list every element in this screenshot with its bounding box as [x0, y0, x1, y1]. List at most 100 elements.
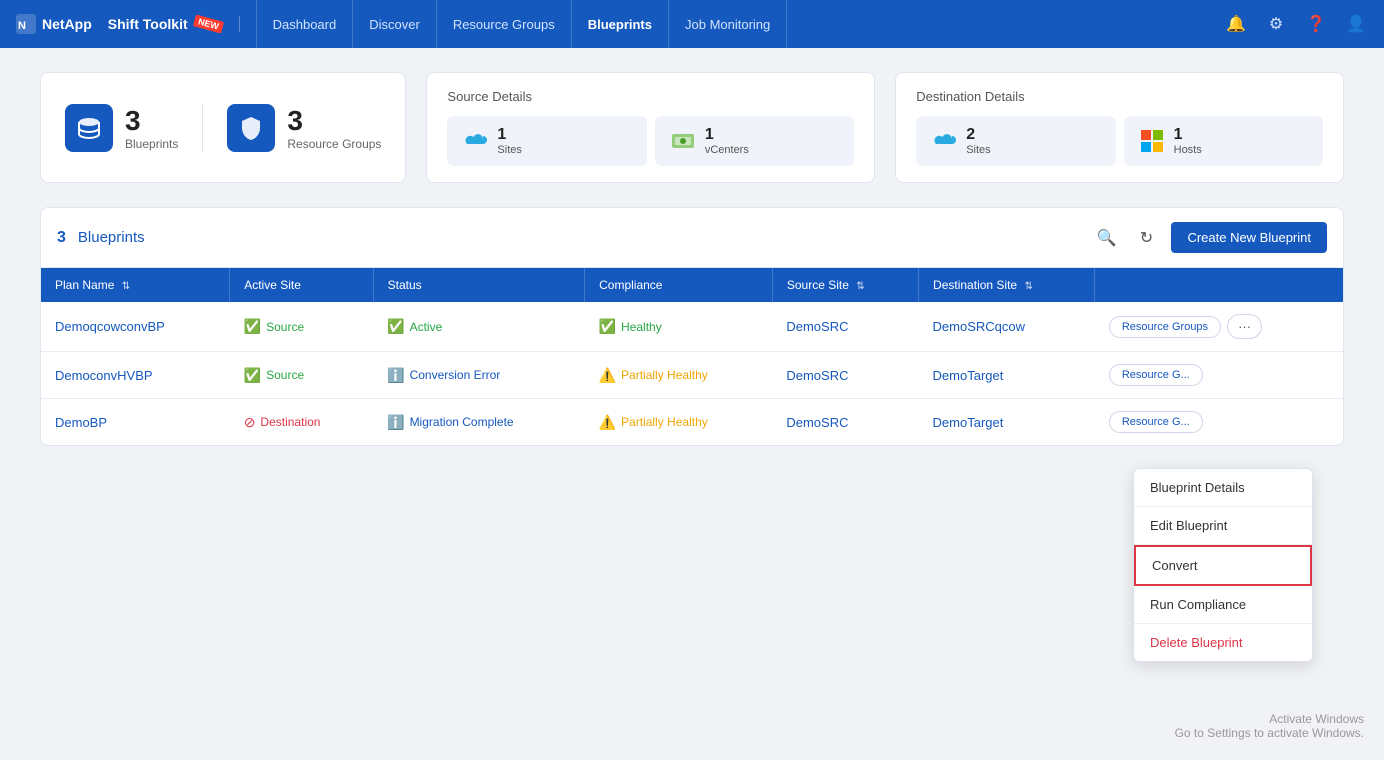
source-site-link[interactable]: DemoSRC — [786, 415, 848, 430]
destination-details-items: 2 Sites 1 Hosts — [916, 116, 1323, 166]
dest-site-cell: DemoTarget — [919, 352, 1095, 399]
stats-row: 3 Blueprints 3 Resource Groups Source De — [40, 72, 1344, 183]
dest-hosts-item: 1 Hosts — [1124, 116, 1323, 166]
dest-hosts-text: 1 Hosts — [1174, 126, 1202, 156]
plan-name-link[interactable]: DemoconvHVBP — [55, 368, 153, 383]
dest-site-link[interactable]: DemoTarget — [933, 368, 1004, 383]
nav-discover[interactable]: Discover — [353, 0, 437, 48]
search-button[interactable]: 🔍 — [1091, 223, 1121, 253]
source-site-link[interactable]: DemoSRC — [786, 368, 848, 383]
nav-blueprints[interactable]: Blueprints — [572, 0, 669, 48]
source-vcenters-item: 1 vCenters — [655, 116, 854, 166]
user-icon[interactable]: 👤 — [1344, 12, 1368, 36]
compliance-cell: ⚠️ Partially Healthy — [585, 352, 773, 399]
status-icon: ✅ — [387, 318, 404, 335]
active-site-cell: ⊘ Destination — [230, 399, 373, 446]
destination-details-title: Destination Details — [916, 89, 1323, 104]
source-details-items: 1 Sites 1 vCenters — [447, 116, 854, 166]
dest-sites-count: 2 — [966, 126, 990, 144]
table-row: DemoBP ⊘ Destination ℹ️ Migration Compl — [41, 399, 1343, 446]
active-site-text: Source — [266, 368, 304, 382]
dropdown-run-compliance[interactable]: Run Compliance — [1134, 586, 1312, 624]
col-status: Status — [373, 268, 584, 302]
col-destination-site: Destination Site ⇅ — [919, 268, 1095, 302]
sort-plan-name-icon: ⇅ — [122, 281, 130, 292]
dest-hosts-label: Hosts — [1174, 144, 1202, 156]
source-details-card: Source Details 1 Sites — [426, 72, 875, 183]
compliance-text: Healthy — [621, 320, 662, 334]
status-badge: ℹ️ Migration Complete — [387, 414, 513, 431]
dest-site-link[interactable]: DemoTarget — [933, 415, 1004, 430]
table-wrapper: Plan Name ⇅ Active Site Status Complianc… — [41, 268, 1343, 445]
dropdown-blueprint-details[interactable]: Blueprint Details — [1134, 469, 1312, 507]
bell-icon[interactable]: 🔔 — [1224, 12, 1248, 36]
status-icon: ℹ️ — [387, 367, 404, 384]
table-header-row: Plan Name ⇅ Active Site Status Complianc… — [41, 268, 1343, 302]
question-icon[interactable]: ❓ — [1304, 12, 1328, 36]
shift-ribbon: NEW — [193, 14, 224, 33]
source-sites-item: 1 Sites — [447, 116, 646, 166]
plan-name-link[interactable]: DemoqcowconvBP — [55, 319, 165, 334]
gear-icon[interactable]: ⚙ — [1264, 12, 1288, 36]
compliance-text: Partially Healthy — [621, 415, 708, 429]
shield-svg-icon — [237, 114, 265, 142]
blueprints-icon — [65, 104, 113, 152]
resource-groups-button[interactable]: Resource Groups — [1109, 316, 1221, 338]
active-site-icon: ✅ — [244, 318, 261, 335]
compliance-icon: ✅ — [599, 318, 616, 335]
shift-toolkit: Shift Toolkit NEW — [108, 16, 240, 32]
navbar: N NetApp Shift Toolkit NEW Dashboard Dis… — [0, 0, 1384, 48]
nav-job-monitoring[interactable]: Job Monitoring — [669, 0, 787, 48]
compliance-cell: ⚠️ Partially Healthy — [585, 399, 773, 446]
status-cell: ℹ️ Migration Complete — [373, 399, 584, 446]
resource-groups-stat: 3 Resource Groups — [227, 104, 381, 152]
dropdown-convert[interactable]: Convert — [1134, 545, 1312, 586]
dest-cloud-icon — [930, 127, 958, 155]
source-sites-label: Sites — [497, 144, 521, 156]
row-actions: Resource G... — [1109, 411, 1329, 433]
dropdown-edit-blueprint[interactable]: Edit Blueprint — [1134, 507, 1312, 545]
vcenter-svg-icon — [670, 128, 696, 154]
main-stats-card: 3 Blueprints 3 Resource Groups — [40, 72, 406, 183]
shield-icon — [227, 104, 275, 152]
source-site-cell: DemoSRC — [772, 302, 918, 352]
source-details-title: Source Details — [447, 89, 854, 104]
col-compliance: Compliance — [585, 268, 773, 302]
nav-dashboard[interactable]: Dashboard — [256, 0, 354, 48]
plan-name-link[interactable]: DemoBP — [55, 415, 107, 430]
dropdown-delete-blueprint[interactable]: Delete Blueprint — [1134, 624, 1312, 661]
shift-toolkit-text: Shift Toolkit — [108, 16, 188, 32]
source-vcenters-count: 1 — [705, 126, 749, 144]
navbar-icons: 🔔 ⚙ ❓ 👤 — [1224, 12, 1368, 36]
status-icon: ℹ️ — [387, 414, 404, 431]
cloud-svg-icon — [462, 130, 488, 152]
dest-site-cell: DemoTarget — [919, 399, 1095, 446]
source-sites-text: 1 Sites — [497, 126, 521, 156]
header-actions: 🔍 ↻ Create New Blueprint — [1091, 222, 1327, 253]
active-site-cell: ✅ Source — [230, 352, 373, 399]
dest-site-link[interactable]: DemoSRCqcow — [933, 319, 1025, 334]
compliance-badge: ✅ Healthy — [599, 318, 662, 335]
resource-groups-count: 3 — [287, 105, 381, 137]
active-site-badge: ✅ Source — [244, 318, 304, 335]
compliance-text: Partially Healthy — [621, 368, 708, 382]
blueprints-table: Plan Name ⇅ Active Site Status Complianc… — [41, 268, 1343, 445]
resource-groups-button[interactable]: Resource G... — [1109, 364, 1203, 386]
create-blueprint-button[interactable]: Create New Blueprint — [1171, 222, 1327, 253]
blueprints-stat: 3 Blueprints — [65, 104, 178, 152]
brand-text: NetApp — [42, 16, 92, 32]
resource-groups-button[interactable]: Resource G... — [1109, 411, 1203, 433]
refresh-button[interactable]: ↻ — [1131, 223, 1161, 253]
status-text: Active — [410, 320, 443, 334]
blueprints-count: 3 — [125, 105, 178, 137]
source-site-link[interactable]: DemoSRC — [786, 319, 848, 334]
row-actions: Resource G... — [1109, 364, 1329, 386]
netapp-logo-icon: N — [16, 14, 36, 34]
compliance-badge: ⚠️ Partially Healthy — [599, 414, 708, 431]
nav-resource-groups[interactable]: Resource Groups — [437, 0, 572, 48]
more-actions-button[interactable]: ··· — [1227, 314, 1262, 339]
compliance-cell: ✅ Healthy — [585, 302, 773, 352]
blueprints-header: 3 Blueprints 🔍 ↻ Create New Blueprint — [41, 208, 1343, 268]
status-cell: ℹ️ Conversion Error — [373, 352, 584, 399]
compliance-badge: ⚠️ Partially Healthy — [599, 367, 708, 384]
